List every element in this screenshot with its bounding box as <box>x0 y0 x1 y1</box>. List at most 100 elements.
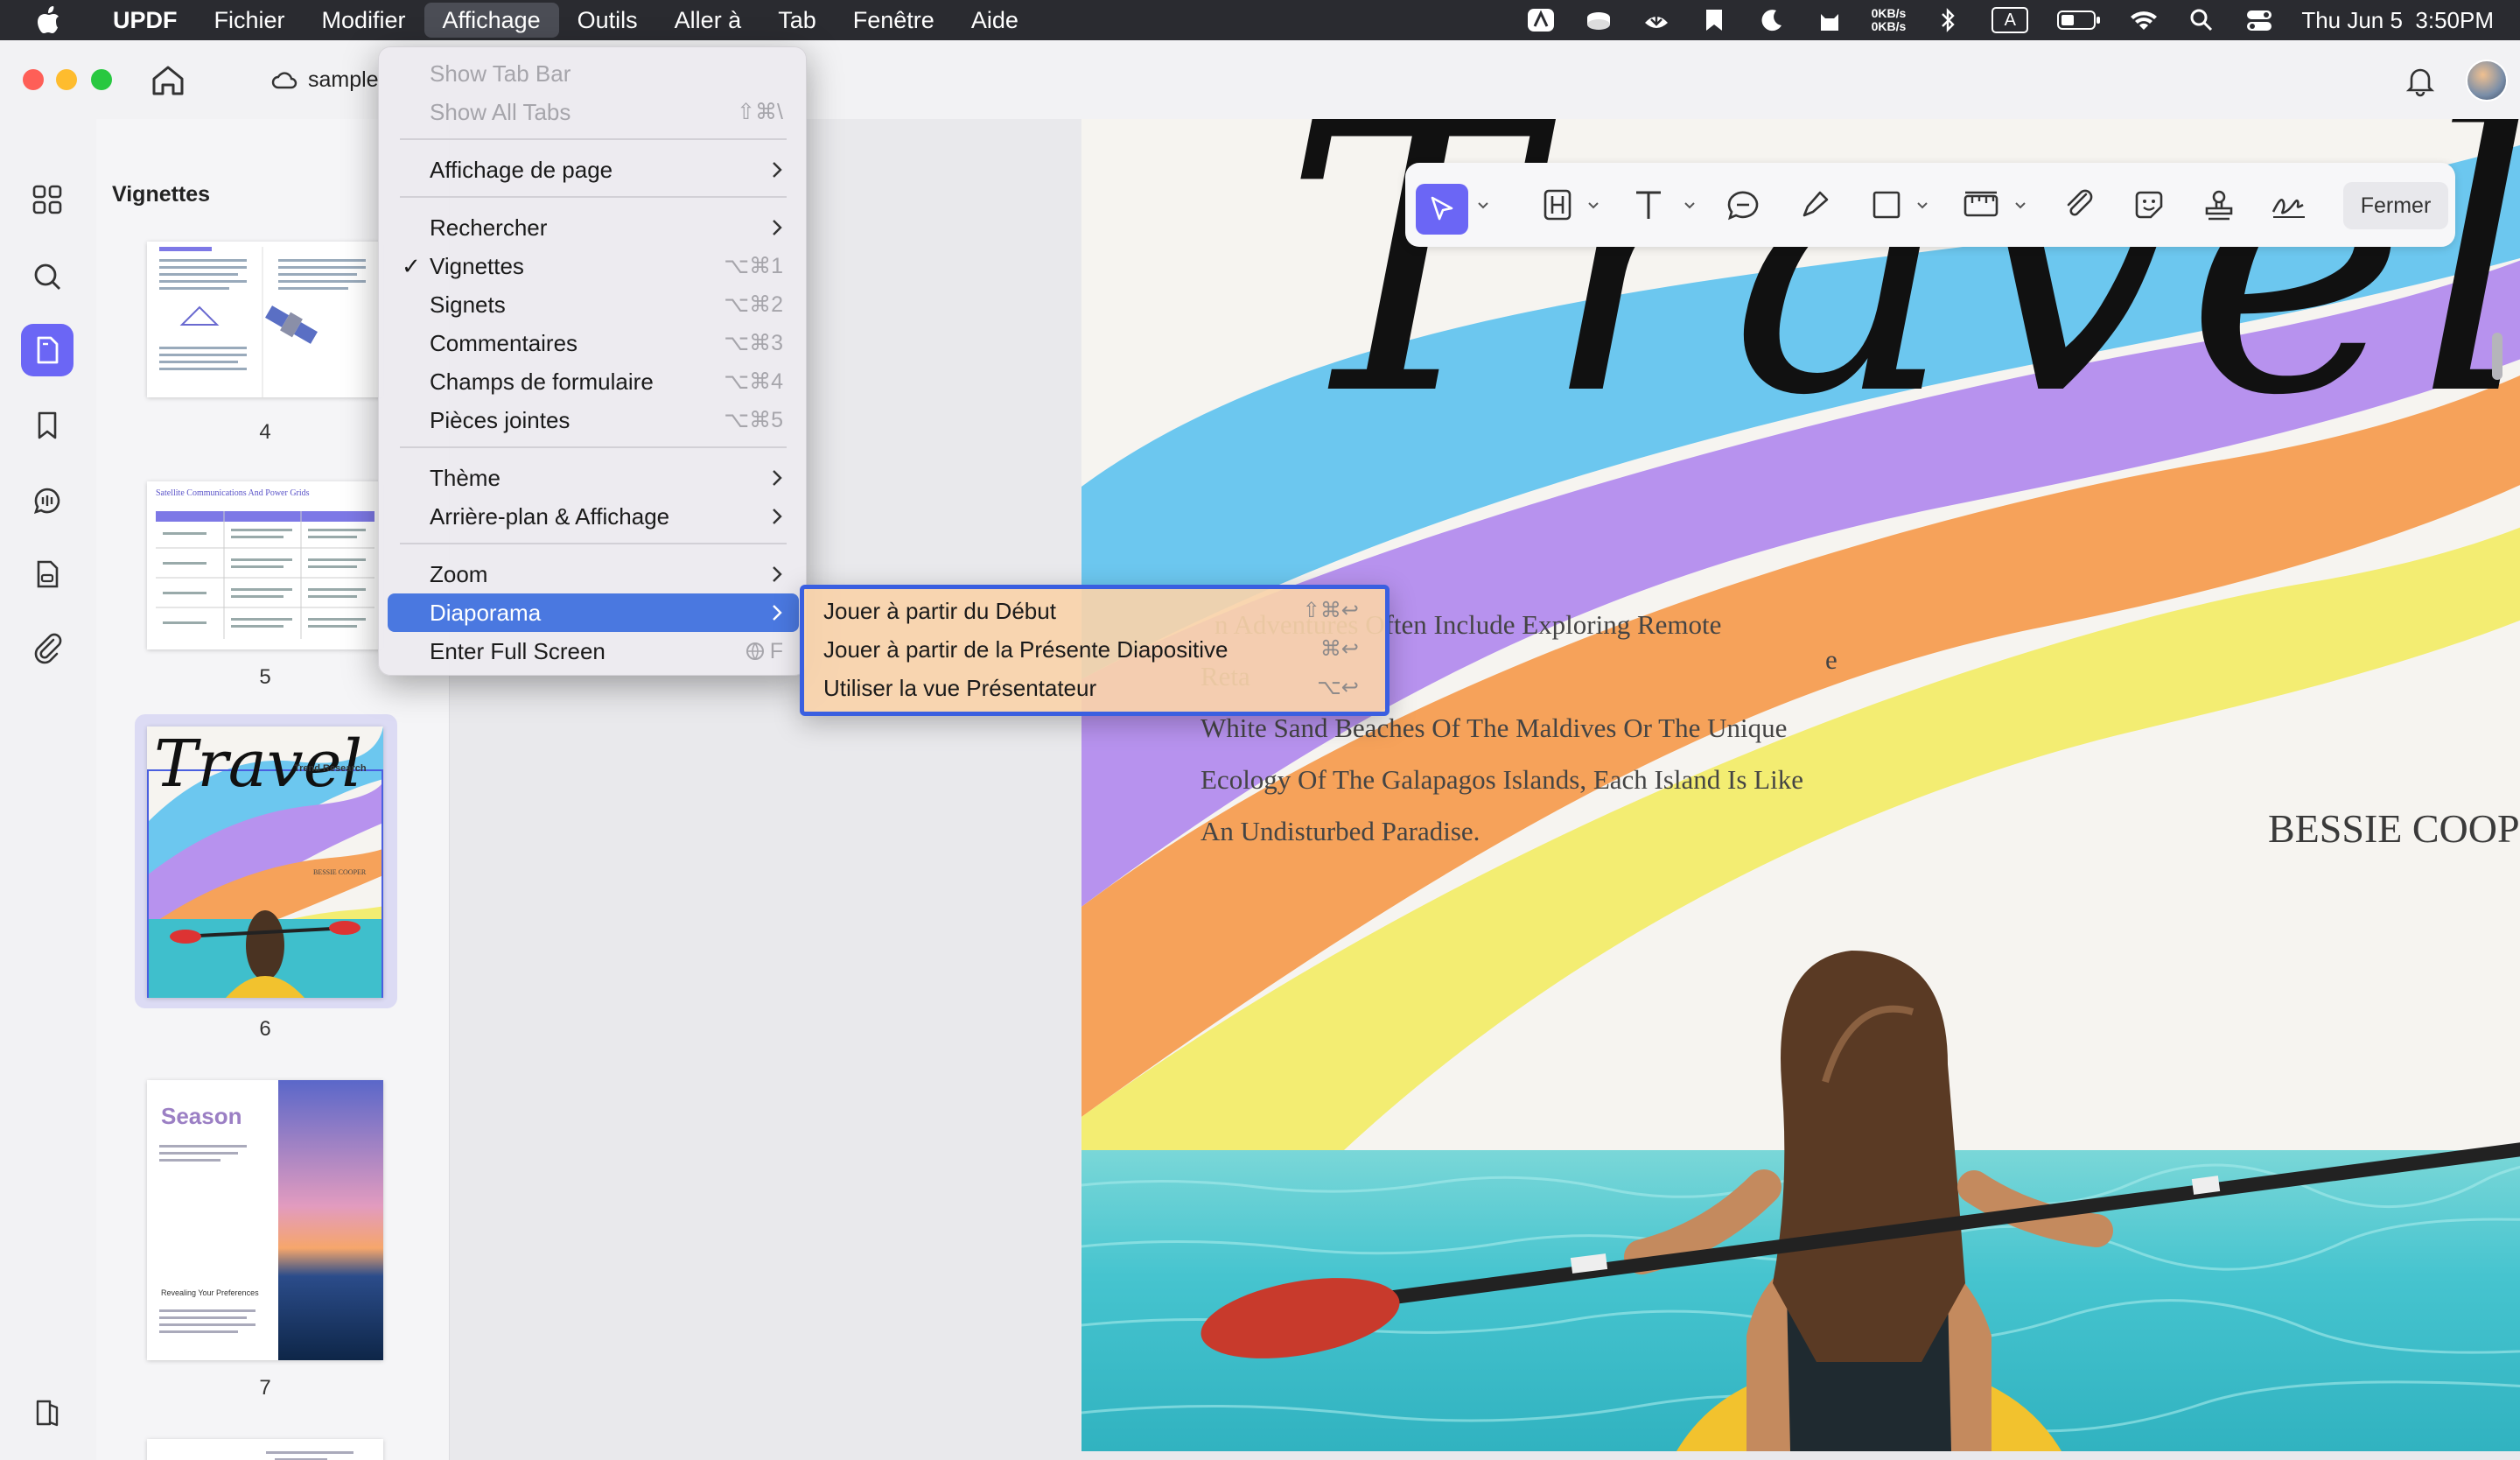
pdf-page[interactable]: Travel n Adventures Often Include Explor… <box>1082 119 2520 1451</box>
select-tool-icon[interactable] <box>1416 184 1468 235</box>
submenu-item-jouer-presente-diapositive[interactable]: Jouer à partir de la Présente Diapositiv… <box>804 629 1385 668</box>
input-source-icon[interactable]: A <box>1990 7 2030 33</box>
comment-tool-icon[interactable] <box>1722 184 1764 226</box>
thumbnail-page-6[interactable]: Travel Trend Research BESSIE COOPER <box>147 726 383 998</box>
menu-separator <box>400 446 787 448</box>
moon-icon[interactable] <box>1756 7 1788 33</box>
control-center-icon[interactable] <box>2244 7 2275 33</box>
network-speed: 0KB/s 0KB/s <box>1871 6 1907 33</box>
highlight-tool-icon[interactable] <box>1536 184 1578 226</box>
menu-affichage[interactable]: Affichage <box>424 3 559 38</box>
home-icon[interactable] <box>149 61 187 100</box>
bookmarks-icon[interactable] <box>21 399 74 452</box>
thumbnail-page-number: 5 <box>259 665 271 689</box>
panel-toggle-icon[interactable] <box>21 1386 74 1439</box>
thumbnail-page-7[interactable]: Season Revealing Your Preferences <box>147 1080 383 1360</box>
menu-outils[interactable]: Outils <box>559 3 656 38</box>
menu-item-show-tab-bar[interactable]: Show Tab Bar <box>388 54 799 93</box>
chevron-down-icon[interactable] <box>1916 200 1928 212</box>
thumbnail-page-number: 6 <box>259 1017 271 1041</box>
chevron-down-icon[interactable] <box>1684 200 1696 212</box>
sticker-tool-icon[interactable] <box>2128 184 2170 226</box>
menu-item-arriere-plan-affichage[interactable]: Arrière-plan & Affichage <box>388 497 799 536</box>
submenu-item-jouer-debut[interactable]: Jouer à partir du Début ⇧⌘↩ <box>804 591 1385 629</box>
notification-bell-icon[interactable] <box>2403 63 2438 98</box>
search-icon[interactable] <box>21 250 74 303</box>
chevron-down-icon[interactable] <box>1477 200 1489 212</box>
chevron-right-icon <box>773 162 782 178</box>
thumbnail-page-4[interactable] <box>147 242 383 397</box>
menu-item-diaporama[interactable]: Diaporama <box>388 593 799 632</box>
chevron-right-icon <box>773 470 782 486</box>
wifi-icon[interactable] <box>2128 7 2160 33</box>
affichage-menu: Show Tab Bar Show All Tabs ⇧⌘\ Affichage … <box>378 46 807 676</box>
menu-aller-a[interactable]: Aller à <box>656 3 760 38</box>
clock[interactable]: Thu Jun 5 3:50PM <box>2301 7 2494 34</box>
attachments-icon[interactable] <box>21 621 74 674</box>
chevron-down-icon[interactable] <box>1587 200 1600 212</box>
chevron-right-icon <box>773 509 782 524</box>
spotlight-search-icon[interactable] <box>2186 7 2217 33</box>
organize-pages-icon[interactable] <box>21 173 74 226</box>
stamp-tool-icon[interactable] <box>2198 184 2240 226</box>
thumbnails-panel-title: Vignettes <box>112 182 211 207</box>
thumbnail-page-7-title: Season <box>161 1103 242 1129</box>
menu-aide[interactable]: Aide <box>953 3 1037 38</box>
thumbnail-page-5[interactable]: Satellite Communications And Power Grids <box>147 481 383 649</box>
submenu-item-vue-presentateur[interactable]: Utiliser la vue Présentateur ⌥↩ <box>804 668 1385 706</box>
thumbnail-page-number: 4 <box>259 420 271 444</box>
chevron-right-icon <box>773 220 782 235</box>
download-icon[interactable] <box>1641 7 1672 33</box>
menu-item-pieces-jointes[interactable]: Pièces jointes ⌥⌘5 <box>388 401 799 439</box>
cat-icon[interactable] <box>1814 7 1845 33</box>
menu-item-zoom[interactable]: Zoom <box>388 555 799 593</box>
menu-item-affichage-de-page[interactable]: Affichage de page <box>388 151 799 189</box>
disk-icon[interactable] <box>1583 7 1614 33</box>
measure-tool-icon[interactable] <box>1960 184 2002 226</box>
thumbnail-page-6-subtitle: Trend Research <box>294 763 367 774</box>
chevron-down-icon[interactable] <box>2014 200 2026 212</box>
attachment-tool-icon[interactable] <box>2058 184 2100 226</box>
thumbnails-panel-icon[interactable] <box>21 324 74 376</box>
apple-logo-icon[interactable] <box>35 5 70 35</box>
page-scrollbar-thumb[interactable] <box>2492 333 2502 380</box>
thumbnail-page-6-author: BESSIE COOPER <box>313 868 367 876</box>
menu-item-signets[interactable]: Signets ⌥⌘2 <box>388 285 799 324</box>
thumbnail-page-number: 7 <box>259 1376 271 1400</box>
cloud-icon <box>271 72 298 89</box>
bluetooth-icon[interactable] <box>1932 7 1964 33</box>
thumbnail-page-7-footer: Revealing Your Preferences <box>161 1288 259 1297</box>
battery-icon[interactable] <box>2056 7 2102 33</box>
comments-icon[interactable] <box>21 474 74 527</box>
menu-item-champs-de-formulaire[interactable]: Champs de formulaire ⌥⌘4 <box>388 362 799 401</box>
menu-item-show-all-tabs[interactable]: Show All Tabs ⇧⌘\ <box>388 93 799 131</box>
document-tab[interactable]: sample <box>271 60 379 100</box>
left-tool-rail <box>0 119 96 1460</box>
menu-fichier[interactable]: Fichier <box>196 3 304 38</box>
menu-app-name[interactable]: UPDF <box>94 3 196 38</box>
menu-fenetre[interactable]: Fenêtre <box>835 3 953 38</box>
bookmark-status-icon[interactable] <box>1698 7 1730 33</box>
pencil-tool-icon[interactable] <box>1794 184 1836 226</box>
thumbnail-page-8[interactable] <box>147 1439 383 1460</box>
signature-tool-icon[interactable] <box>2268 184 2310 226</box>
edit-toolbar: Fermer <box>1405 163 2455 247</box>
shape-tool-icon[interactable] <box>1866 184 1908 226</box>
zoom-window-button[interactable] <box>91 69 112 90</box>
user-avatar[interactable] <box>2466 60 2508 102</box>
text-tool-icon[interactable] <box>1628 184 1670 226</box>
minimize-window-button[interactable] <box>56 69 77 90</box>
close-edit-toolbar-button[interactable]: Fermer <box>2343 182 2448 229</box>
app-status-icon[interactable] <box>1525 7 1557 33</box>
menu-item-rechercher[interactable]: Rechercher <box>388 208 799 247</box>
macos-menubar: UPDF Fichier Modifier Affichage Outils A… <box>0 0 2520 40</box>
menu-item-commentaires[interactable]: Commentaires ⌥⌘3 <box>388 324 799 362</box>
menu-item-theme[interactable]: Thème <box>388 459 799 497</box>
menu-item-enter-full-screen[interactable]: Enter Full Screen F <box>388 632 799 670</box>
form-fields-icon[interactable] <box>21 548 74 600</box>
menu-tab[interactable]: Tab <box>760 3 835 38</box>
menu-item-vignettes[interactable]: ✓ Vignettes ⌥⌘1 <box>388 247 799 285</box>
menu-modifier[interactable]: Modifier <box>304 3 424 38</box>
close-window-button[interactable] <box>23 69 44 90</box>
globe-icon <box>746 642 764 660</box>
